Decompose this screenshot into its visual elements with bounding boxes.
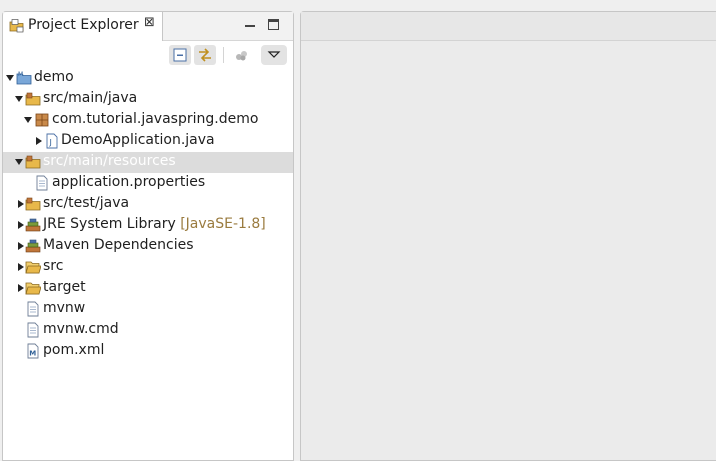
expand-toggle[interactable]: [14, 157, 24, 167]
filters-button[interactable]: [231, 45, 253, 65]
collapse-all-button[interactable]: [169, 45, 191, 65]
svg-text:J: J: [49, 138, 52, 147]
link-with-editor-icon: [199, 48, 211, 62]
source-folder-icon: [25, 92, 41, 106]
filters-icon: [236, 51, 247, 61]
tree-item-mvnw[interactable]: mvnw: [3, 299, 293, 320]
tree-item-label-group: JRE System Library [JavaSE-1.8]: [43, 216, 266, 232]
tree-item-label: demo: [34, 69, 74, 85]
tree-item-label: JRE System Library: [43, 216, 176, 232]
package-icon: [35, 113, 49, 127]
tree-item-jre-system-library[interactable]: JRE System Library [JavaSE-1.8]: [3, 215, 293, 236]
maximize-icon[interactable]: [268, 19, 279, 30]
editor-area: [300, 11, 716, 461]
maven-project-icon: M: [16, 71, 32, 85]
tree-item-label: src/main/resources: [43, 153, 176, 169]
project-explorer-tab[interactable]: Project Explorer ⊠: [3, 12, 163, 41]
collapse-all-icon: [173, 48, 187, 62]
text-file-icon: [36, 175, 48, 191]
project-explorer-view: Project Explorer ⊠ M demo src/main/java …: [2, 11, 294, 461]
tree-item-src-main-resources[interactable]: src/main/resources: [3, 152, 293, 173]
view-tab-bar: Project Explorer ⊠: [3, 12, 293, 41]
maven-pom-icon: M: [27, 343, 39, 359]
view-title: Project Explorer: [28, 17, 139, 33]
svg-text:M: M: [18, 71, 23, 78]
editor-tab-bar: [301, 12, 716, 41]
tree-item-src-main-java[interactable]: src/main/java: [3, 89, 293, 110]
tree-item-label: src/main/java: [43, 90, 138, 106]
tree-item-label: com.tutorial.javaspring.demo: [52, 111, 259, 127]
tree-item-label: DemoApplication.java: [61, 132, 215, 148]
expand-toggle[interactable]: [5, 73, 15, 83]
close-icon[interactable]: ⊠: [144, 15, 155, 30]
folder-icon: [25, 261, 41, 274]
source-folder-icon: [25, 197, 41, 211]
library-icon: [25, 239, 41, 253]
svg-text:M: M: [29, 350, 36, 358]
tree-item-label: src/test/java: [43, 195, 130, 211]
tree-item-label: Maven Dependencies: [43, 237, 194, 253]
expand-toggle[interactable]: [23, 115, 33, 125]
tree-item-label: mvnw: [43, 300, 86, 316]
chevron-down-icon: [267, 51, 281, 58]
tree-item-maven-dependencies[interactable]: Maven Dependencies: [3, 236, 293, 257]
library-icon: [25, 218, 41, 232]
tree-item-mvnw-cmd[interactable]: mvnw.cmd: [3, 320, 293, 341]
view-menu-button[interactable]: [261, 45, 287, 65]
folder-icon: [25, 282, 41, 295]
text-file-icon: [27, 322, 39, 338]
toolbar-separator: [223, 47, 224, 63]
view-toolbar: [3, 41, 293, 71]
jre-version-decoration: [JavaSE-1.8]: [180, 216, 266, 232]
tree-item-application-properties[interactable]: application.properties: [3, 173, 293, 194]
text-file-icon: [27, 301, 39, 317]
tree-item-package[interactable]: com.tutorial.javaspring.demo: [3, 110, 293, 131]
tree-item-demoapplication-java[interactable]: J DemoApplication.java: [3, 131, 293, 152]
tree-item-label: src: [43, 258, 64, 274]
expand-toggle[interactable]: [34, 136, 44, 146]
expand-toggle[interactable]: [14, 94, 24, 104]
tree-item-label: target: [43, 279, 86, 295]
tree-item-pom-xml[interactable]: M pom.xml: [3, 341, 293, 362]
source-folder-icon: [25, 155, 41, 169]
tree-item-src[interactable]: src: [3, 257, 293, 278]
minimize-icon[interactable]: [245, 19, 256, 30]
link-with-editor-button[interactable]: [194, 45, 216, 65]
tree-item-label: mvnw.cmd: [43, 321, 119, 337]
project-explorer-icon: [9, 19, 24, 33]
tree-item-src-test-java[interactable]: src/test/java: [3, 194, 293, 215]
java-file-icon: J: [46, 133, 58, 149]
tree-item-label: pom.xml: [43, 342, 105, 358]
tree-item-label: application.properties: [52, 174, 206, 190]
tree-item-target[interactable]: target: [3, 278, 293, 299]
tree-item-demo[interactable]: M demo: [3, 68, 293, 89]
